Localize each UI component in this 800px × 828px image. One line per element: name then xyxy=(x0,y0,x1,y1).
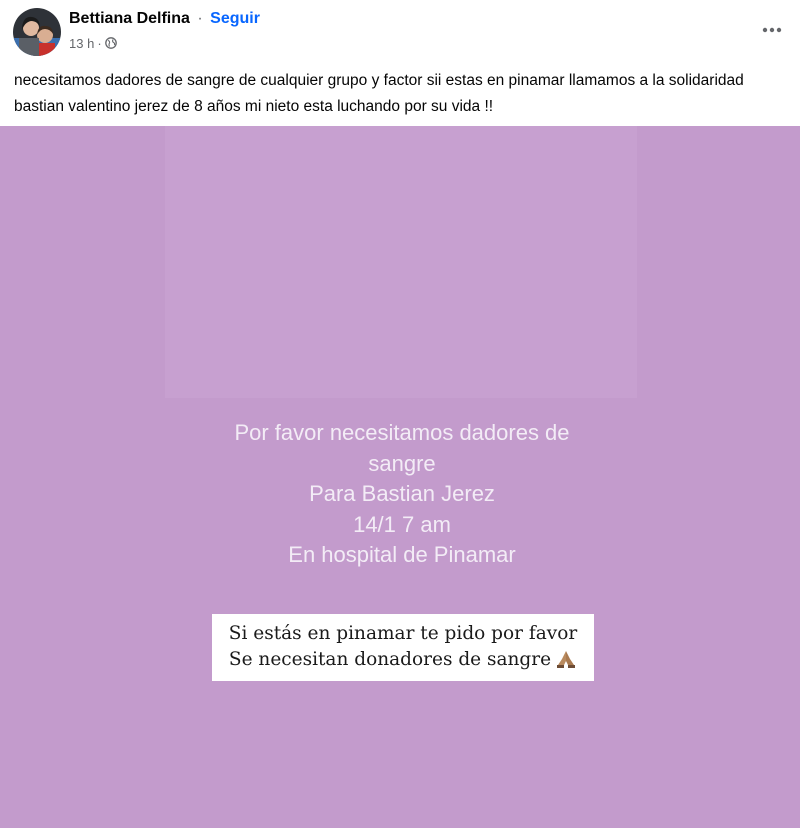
timestamp[interactable]: 13 h xyxy=(69,36,94,51)
praying-hands-icon xyxy=(555,650,577,668)
post-image[interactable]: Por favor necesitamos dadores de sangre … xyxy=(0,126,800,828)
story-text: Por favor necesitamos dadores de sangre … xyxy=(160,418,644,571)
separator-dot: · xyxy=(197,10,203,27)
story-line-2: sangre xyxy=(368,450,436,476)
meta-separator: · xyxy=(97,35,102,51)
avatar[interactable] xyxy=(13,8,61,56)
more-options-icon xyxy=(762,27,782,33)
post-header: Bettiana Delfina · Seguir 13 h · xyxy=(0,0,800,62)
image-highlight xyxy=(165,126,637,398)
caption-line-2-wrap: Se necesitan donadores de sangre xyxy=(212,647,594,673)
post-meta: 13 h · xyxy=(69,35,117,51)
globe-icon xyxy=(104,37,117,49)
author-name[interactable]: Bettiana Delfina xyxy=(69,10,190,27)
story-line-1: Por favor necesitamos dadores de xyxy=(234,420,570,445)
story-line-4: 14/1 7 am xyxy=(353,511,451,537)
caption-line-2: Se necesitan donadores de sangre xyxy=(228,649,552,670)
story-line-5: En hospital de Pinamar xyxy=(288,542,516,567)
caption-box: Si estás en pinamar te pido por favor Se… xyxy=(212,614,594,681)
more-options-button[interactable] xyxy=(760,20,784,40)
follow-button[interactable]: Seguir xyxy=(210,10,260,27)
caption-line-1: Si estás en pinamar te pido por favor xyxy=(228,623,578,644)
avatar-image xyxy=(13,8,61,56)
post-text: necesitamos dadores de sangre de cualqui… xyxy=(14,72,744,115)
author-line: Bettiana Delfina · Seguir xyxy=(69,10,260,30)
story-line-3: Para Bastian Jerez xyxy=(309,481,495,506)
